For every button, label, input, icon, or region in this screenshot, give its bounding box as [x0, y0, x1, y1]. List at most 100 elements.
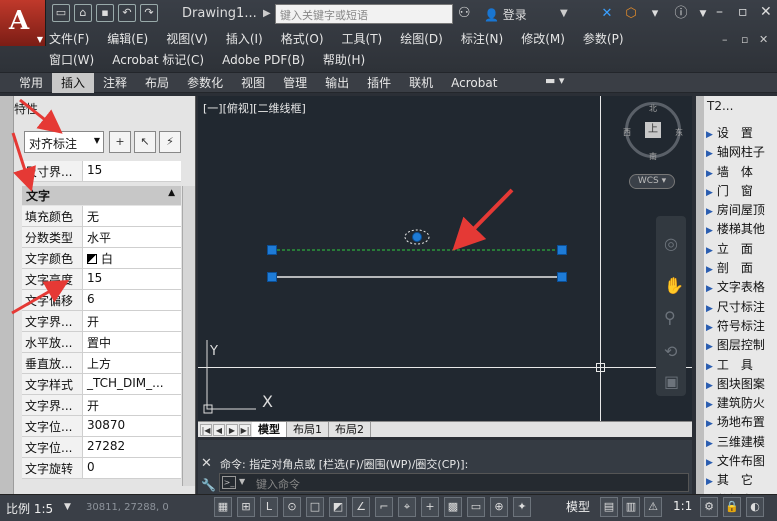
ribbon-tab-6[interactable]: 管理 — [274, 73, 316, 93]
selection-dropdown[interactable]: 对齐标注 ▼ — [24, 131, 104, 153]
annotation-scale[interactable]: 比例 1:5 — [6, 500, 53, 517]
t2-item[interactable]: ▶ 房间屋顶 — [706, 201, 777, 220]
annotation-ratio[interactable]: 1:1 — [673, 499, 692, 513]
select-objects-icon[interactable]: ↖ — [134, 131, 156, 153]
wcs-menu[interactable]: WCS ▾ — [629, 174, 675, 189]
property-row[interactable]: 文字界... 开 — [22, 395, 181, 416]
user-icon[interactable]: 👤 登录 — [484, 6, 527, 23]
binoculars-icon[interactable]: ⚇ — [458, 5, 471, 21]
save-icon[interactable]: ▪ — [96, 4, 114, 22]
wrench-icon[interactable]: 🔧 — [201, 478, 216, 492]
sc-icon[interactable]: ⊕ — [490, 497, 508, 517]
model-space-toggle[interactable]: 模型 — [566, 498, 590, 515]
dyn-icon[interactable]: ⌖ — [398, 497, 416, 517]
ribbon-tab-5[interactable]: 视图 — [232, 73, 274, 93]
t2-item[interactable]: ▶ 场地布置 — [706, 413, 777, 432]
pan-icon[interactable]: ✋ — [664, 276, 684, 295]
property-value[interactable]: _TCH_DIM_... — [83, 374, 181, 394]
open-folder-icon[interactable]: ⌂ — [74, 4, 92, 22]
tab-layout2[interactable]: 布局2 — [329, 422, 371, 437]
next-layout-icon[interactable]: ▶ — [226, 423, 238, 436]
last-layout-icon[interactable]: ▶| — [239, 423, 251, 436]
ribbon-tab-8[interactable]: 插件 — [358, 73, 400, 93]
ribbon-tab-10[interactable]: Acrobat — [442, 73, 506, 93]
t2-item[interactable]: ▶ 设 置 — [706, 124, 777, 143]
ortho-icon[interactable]: L — [260, 497, 278, 517]
isolate-icon[interactable]: ◐ — [746, 497, 764, 517]
orbit-icon[interactable]: ⟲ — [664, 342, 677, 361]
t2-item[interactable]: ▶ 轴网柱子 — [706, 143, 777, 162]
t2-item[interactable]: ▶ 墙 体 — [706, 163, 777, 182]
tab-model[interactable]: 模型 — [252, 422, 287, 437]
layout-toggle-icon[interactable]: ▤ — [600, 497, 618, 517]
snap-icon[interactable]: ⊞ — [237, 497, 255, 517]
ribbon-tab-7[interactable]: 输出 — [316, 73, 358, 93]
ribbon-tab-2[interactable]: 注释 — [94, 73, 136, 93]
doc-minimize-button[interactable]: – — [722, 33, 728, 46]
t2-item[interactable]: ▶ 立 面 — [706, 240, 777, 259]
viewcube-west[interactable]: 西 — [623, 127, 631, 138]
t2-item[interactable]: ▶ 符号标注 — [706, 317, 777, 336]
property-row[interactable]: 文字高度 15 — [22, 269, 181, 290]
property-value[interactable]: 6 — [83, 290, 181, 310]
property-row[interactable]: 尺寸界... 15 — [22, 161, 181, 182]
menu-item-r1-2[interactable]: 视图(V) — [157, 30, 217, 49]
t2-item[interactable]: ▶ 建筑防火 — [706, 394, 777, 413]
ribbon-tab-9[interactable]: 联机 — [400, 73, 442, 93]
first-layout-icon[interactable]: |◀ — [200, 423, 212, 436]
property-row[interactable]: 水平放... 置中 — [22, 332, 181, 353]
property-row[interactable]: 文字旋转 0 — [22, 458, 181, 479]
t2-item[interactable]: ▶ 图块图案 — [706, 375, 777, 394]
pickadd-toggle-icon[interactable]: + — [109, 131, 131, 153]
chevron-down-icon[interactable]: ▼ — [560, 8, 568, 19]
next-icon[interactable]: ▶ — [263, 8, 271, 19]
doc-restore-button[interactable]: ▫ — [741, 33, 748, 46]
property-value[interactable]: 30870 — [83, 416, 181, 436]
grip[interactable] — [267, 245, 277, 255]
minimize-button[interactable]: – — [716, 4, 723, 20]
chevron-down-icon[interactable]: ▼ — [64, 502, 71, 512]
menu-item-r1-0[interactable]: 文件(F) — [40, 30, 98, 49]
menu-item-r1-3[interactable]: 插入(I) — [217, 30, 272, 49]
qp-icon[interactable]: ▭ — [467, 497, 485, 517]
lock-icon[interactable]: 🔒 — [723, 497, 741, 517]
search-input[interactable]: 键入关键字或短语 — [275, 4, 453, 24]
property-row[interactable]: 垂直放... 上方 — [22, 353, 181, 374]
doc-close-button[interactable]: ✕ — [759, 33, 768, 46]
property-value[interactable]: 置中 — [83, 332, 181, 352]
am-icon[interactable]: ✦ — [513, 497, 531, 517]
login-label[interactable]: 登录 — [503, 8, 527, 22]
viewcube-north[interactable]: 北 — [649, 103, 657, 114]
menu-item-r1-4[interactable]: 格式(O) — [272, 30, 333, 49]
t2-item[interactable]: ▶ 图层控制 — [706, 336, 777, 355]
property-value[interactable]: 上方 — [83, 353, 181, 373]
t2-item[interactable]: ▶ 文件布图 — [706, 452, 777, 471]
grid-icon[interactable]: ▦ — [214, 497, 232, 517]
menu-item-r2-2[interactable]: Adobe PDF(B) — [213, 51, 314, 70]
ducs-icon[interactable]: ⌐ — [375, 497, 393, 517]
property-row[interactable]: 文字位... 27282 — [22, 437, 181, 458]
grip[interactable] — [557, 272, 567, 282]
t2-item[interactable]: ▶ 尺寸标注 — [706, 298, 777, 317]
ribbon-tab-3[interactable]: 布局 — [136, 73, 178, 93]
osnap-icon[interactable]: □ — [306, 497, 324, 517]
quick-select-icon[interactable]: ⚡ — [159, 131, 181, 153]
t2-item[interactable]: ▶ 三维建模 — [706, 433, 777, 452]
property-value[interactable]: 开 — [83, 311, 181, 331]
t2-item[interactable]: ▶ 剖 面 — [706, 259, 777, 278]
workspace-icon[interactable]: ⚙ — [700, 497, 718, 517]
close-button[interactable]: ✕ — [760, 4, 772, 20]
property-value[interactable]: 0 — [83, 458, 181, 478]
viewport-controls[interactable]: [一][俯视][二维线框] — [203, 100, 306, 116]
zoom-icon[interactable]: ⚲ — [664, 308, 676, 327]
drawing-canvas[interactable] — [198, 96, 692, 421]
maximize-button[interactable]: ▫ — [738, 4, 748, 20]
menu-item-r2-3[interactable]: 帮助(H) — [314, 51, 374, 70]
property-value[interactable]: 水平 — [83, 227, 181, 247]
grip[interactable] — [412, 232, 422, 242]
properties-scrollbar[interactable] — [182, 186, 195, 486]
prompt-icon[interactable]: >_ — [222, 476, 236, 489]
ribbon-tab-4[interactable]: 参数化 — [178, 73, 232, 93]
lineweight-icon[interactable]: + — [421, 497, 439, 517]
new-file-icon[interactable]: ▭ — [52, 4, 70, 22]
